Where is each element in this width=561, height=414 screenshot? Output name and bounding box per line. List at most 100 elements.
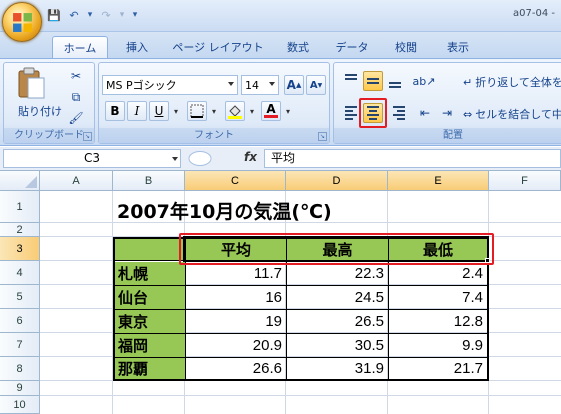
font-name-value: MS Pゴシック	[106, 79, 177, 92]
row-header-4[interactable]: 4	[0, 261, 40, 285]
row-header-3[interactable]: 3	[0, 237, 40, 261]
font-launcher-icon[interactable]: ↘	[318, 132, 327, 141]
min-cell[interactable]: 9.9	[389, 334, 487, 358]
avg-cell[interactable]: 16	[186, 286, 287, 310]
row-header-10[interactable]: 10	[0, 396, 40, 414]
title-bar: 💾 ↶ ▾ ↷ ▾ ▾ a07-04 -	[0, 0, 561, 32]
wrap-text-button[interactable]: ↵ 折り返して全体を	[463, 73, 561, 91]
customize-qat-icon[interactable]: ▾	[130, 6, 140, 24]
avg-cell[interactable]: 20.9	[186, 334, 287, 358]
worksheet-grid[interactable]: A B C D E F 1 2 3 4 5 6 7 8 9 10 2007年10…	[0, 171, 561, 414]
grow-font-button[interactable]: A ▲	[284, 75, 304, 95]
align-bottom-icon[interactable]	[385, 71, 405, 91]
city-cell[interactable]: 福岡	[115, 334, 186, 358]
alignment-group: ab↗ ⇤ ⇥ ↵ 折り返して全体を ⇔ セルを結合して中 配置	[333, 62, 561, 144]
orientation-icon[interactable]: ab↗	[411, 71, 437, 91]
avg-cell[interactable]: 11.7	[186, 262, 287, 286]
column-header-f[interactable]: F	[489, 171, 561, 191]
decrease-indent-icon[interactable]: ⇤	[415, 103, 435, 123]
align-right-icon[interactable]	[389, 103, 409, 123]
column-header-b[interactable]: B	[113, 171, 185, 191]
undo-icon[interactable]: ↶	[66, 6, 82, 24]
office-logo-icon	[13, 13, 32, 32]
city-cell[interactable]: 仙台	[115, 286, 186, 310]
column-header-e[interactable]: E	[388, 171, 489, 191]
tab-formulas[interactable]: 数式	[276, 36, 320, 58]
max-cell[interactable]: 30.5	[287, 334, 389, 358]
quick-access-toolbar: 💾 ↶ ▾ ↷ ▾ ▾	[46, 6, 140, 24]
increase-indent-icon[interactable]: ⇥	[437, 103, 457, 123]
tab-view[interactable]: 表示	[436, 36, 480, 58]
avg-cell[interactable]: 26.6	[186, 358, 287, 379]
insert-function-icon[interactable]: fx	[244, 150, 257, 164]
fill-color-icon[interactable]	[225, 101, 245, 121]
format-painter-icon[interactable]: 🖌	[66, 108, 86, 128]
min-cell[interactable]: 2.4	[389, 262, 487, 286]
italic-button[interactable]: I	[127, 101, 147, 121]
redo-dropdown-icon[interactable]: ▾	[118, 6, 126, 24]
merge-center-button[interactable]: ⇔ セルを結合して中	[463, 105, 561, 123]
min-cell[interactable]: 7.4	[389, 286, 487, 310]
redo-icon[interactable]: ↷	[98, 6, 114, 24]
font-name-combo[interactable]: MS Pゴシック	[102, 75, 238, 95]
cut-icon[interactable]: ✂	[66, 66, 86, 86]
chevron-down-icon[interactable]	[172, 157, 178, 161]
city-cell[interactable]: 東京	[115, 310, 186, 334]
office-button[interactable]	[2, 2, 42, 42]
tab-home[interactable]: ホーム	[52, 36, 108, 58]
tab-data[interactable]: データ	[328, 36, 376, 58]
max-cell[interactable]: 24.5	[287, 286, 389, 310]
bold-button[interactable]: B	[105, 101, 125, 121]
paste-button-label[interactable]: 貼り付け	[18, 103, 62, 119]
save-icon[interactable]: 💾	[46, 6, 62, 24]
font-size-combo[interactable]: 14	[241, 75, 279, 95]
column-header-c[interactable]: C	[185, 171, 286, 191]
city-cell[interactable]: 札幌	[115, 262, 186, 286]
table-corner-cell[interactable]	[115, 239, 186, 261]
clipboard-group-label: クリップボード	[4, 128, 94, 143]
borders-icon[interactable]	[187, 101, 207, 121]
font-color-button[interactable]: A	[261, 101, 281, 121]
tab-insert[interactable]: 挿入	[114, 36, 160, 58]
center-button-highlight	[359, 98, 387, 128]
underline-button[interactable]: U	[149, 101, 169, 121]
clipboard-launcher-icon[interactable]: ↘	[83, 132, 92, 141]
font-color-dropdown-icon[interactable]: ▾	[283, 101, 293, 121]
min-cell[interactable]: 21.7	[389, 358, 487, 379]
city-cell[interactable]: 那覇	[115, 358, 186, 379]
row-header-9[interactable]: 9	[0, 381, 40, 396]
shrink-font-button[interactable]: A ▼	[306, 75, 326, 95]
select-all-corner[interactable]	[0, 171, 40, 191]
align-left-icon[interactable]	[341, 103, 361, 123]
column-header-d[interactable]: D	[286, 171, 388, 191]
paste-icon[interactable]	[16, 67, 46, 99]
undo-dropdown-icon[interactable]: ▾	[86, 6, 94, 24]
min-cell[interactable]: 12.8	[389, 310, 487, 334]
copy-icon[interactable]: ⧉	[66, 87, 86, 107]
borders-dropdown-icon[interactable]: ▾	[209, 101, 219, 121]
avg-cell[interactable]: 19	[186, 310, 287, 334]
align-top-icon[interactable]	[341, 71, 361, 91]
wrap-text-icon: ↵	[463, 75, 473, 89]
ribbon-tab-bar: ホーム 挿入 ページ レイアウト 数式 データ 校閲 表示	[0, 32, 561, 58]
max-cell[interactable]: 31.9	[287, 358, 389, 379]
row-header-6[interactable]: 6	[0, 309, 40, 333]
fill-color-dropdown-icon[interactable]: ▾	[247, 101, 257, 121]
underline-dropdown-icon[interactable]: ▾	[171, 101, 181, 121]
formula-input[interactable]: 平均	[264, 149, 561, 168]
sheet-title[interactable]: 2007年10月の気温(℃)	[117, 197, 332, 224]
tab-review[interactable]: 校閲	[384, 36, 428, 58]
max-cell[interactable]: 22.3	[287, 262, 389, 286]
gridline	[40, 395, 561, 396]
max-cell[interactable]: 26.5	[287, 310, 389, 334]
name-box[interactable]: C3	[3, 149, 181, 168]
align-middle-icon[interactable]	[363, 71, 383, 91]
table-row: 仙台 16 24.5 7.4	[115, 286, 487, 310]
row-header-8[interactable]: 8	[0, 357, 40, 381]
column-header-a[interactable]: A	[40, 171, 113, 191]
row-header-2[interactable]: 2	[0, 223, 40, 237]
row-header-7[interactable]: 7	[0, 333, 40, 357]
tab-page-layout[interactable]: ページ レイアウト	[168, 36, 268, 58]
row-header-5[interactable]: 5	[0, 285, 40, 309]
row-header-1[interactable]: 1	[0, 191, 40, 223]
